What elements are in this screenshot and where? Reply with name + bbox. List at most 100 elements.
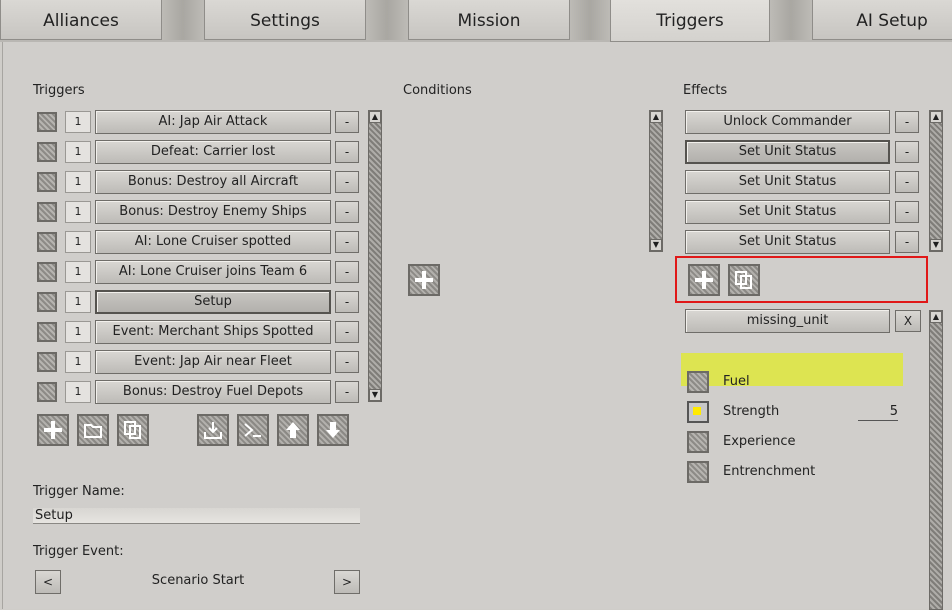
trigger-item[interactable]: Bonus: Destroy all Aircraft xyxy=(95,170,331,194)
status-option-label: Fuel xyxy=(723,374,750,389)
add-icon xyxy=(44,421,62,439)
trigger-event-prev-button[interactable]: < xyxy=(35,570,61,594)
conditions-heading: Conditions xyxy=(403,83,472,98)
open-trigger-button[interactable] xyxy=(77,414,109,446)
status-option-label: Strength xyxy=(723,404,780,419)
scroll-down-arrow-icon[interactable]: ▼ xyxy=(369,389,381,401)
trigger-count[interactable]: 1 xyxy=(65,321,91,343)
trigger-count[interactable]: 1 xyxy=(65,141,91,163)
effect-remove-button[interactable]: - xyxy=(895,141,919,163)
effect-item[interactable]: Set Unit Status xyxy=(685,230,890,254)
trigger-item[interactable]: Bonus: Destroy Fuel Depots xyxy=(95,380,331,404)
trigger-enable-checkbox[interactable] xyxy=(37,112,57,132)
arrow-down-icon xyxy=(326,422,340,438)
trigger-enable-checkbox[interactable] xyxy=(37,262,57,282)
trigger-remove-button[interactable]: - xyxy=(335,261,359,283)
status-option-label: Entrenchment xyxy=(723,464,816,479)
trigger-list-scrollbar[interactable]: ▲ ▼ xyxy=(368,110,382,402)
trigger-count[interactable]: 1 xyxy=(65,171,91,193)
arrow-up-icon xyxy=(286,422,300,438)
scroll-down-arrow-icon[interactable]: ▼ xyxy=(930,239,942,251)
status-checkbox[interactable] xyxy=(687,461,709,483)
trigger-enable-checkbox[interactable] xyxy=(37,172,57,192)
effect-item[interactable]: Set Unit Status xyxy=(685,140,890,164)
effects-heading: Effects xyxy=(683,83,728,98)
effect-remove-button[interactable]: - xyxy=(895,111,919,133)
trigger-item[interactable]: AI: Lone Cruiser joins Team 6 xyxy=(95,260,331,284)
effects-scrollbar[interactable]: ▲ ▼ xyxy=(929,110,943,252)
trigger-remove-button[interactable]: - xyxy=(335,381,359,403)
tab-separator xyxy=(570,0,610,40)
copy-trigger-button[interactable] xyxy=(117,414,149,446)
trigger-item[interactable]: AI: Lone Cruiser spotted xyxy=(95,230,331,254)
trigger-item[interactable]: Event: Merchant Ships Spotted xyxy=(95,320,331,344)
trigger-enable-checkbox[interactable] xyxy=(37,382,57,402)
unit-selector-highlight xyxy=(675,256,928,303)
trigger-remove-button[interactable]: - xyxy=(335,321,359,343)
status-checkbox[interactable] xyxy=(687,401,709,423)
trigger-enable-checkbox[interactable] xyxy=(37,202,57,222)
trigger-remove-button[interactable]: - xyxy=(335,201,359,223)
effect-remove-button[interactable]: - xyxy=(895,201,919,223)
trigger-enable-checkbox[interactable] xyxy=(37,142,57,162)
trigger-event-next-button[interactable]: > xyxy=(334,570,360,594)
scroll-up-arrow-icon[interactable]: ▲ xyxy=(650,111,662,123)
move-up-button[interactable] xyxy=(277,414,309,446)
console-button[interactable] xyxy=(237,414,269,446)
trigger-remove-button[interactable]: - xyxy=(335,351,359,373)
trigger-enable-checkbox[interactable] xyxy=(37,292,57,312)
add-condition-button[interactable] xyxy=(408,264,440,296)
trigger-remove-button[interactable]: - xyxy=(335,291,359,313)
trigger-item[interactable]: Bonus: Destroy Enemy Ships xyxy=(95,200,331,224)
tab-alliances[interactable]: Alliances xyxy=(0,0,162,40)
unit-clear-button[interactable]: X xyxy=(895,310,921,332)
trigger-item[interactable]: AI: Jap Air Attack xyxy=(95,110,331,134)
add-trigger-button[interactable] xyxy=(37,414,69,446)
trigger-enable-checkbox[interactable] xyxy=(37,352,57,372)
trigger-count[interactable]: 1 xyxy=(65,261,91,283)
scroll-up-arrow-icon[interactable]: ▲ xyxy=(930,111,942,123)
trigger-count[interactable]: 1 xyxy=(65,201,91,223)
trigger-enable-checkbox[interactable] xyxy=(37,322,57,342)
trigger-count[interactable]: 1 xyxy=(65,291,91,313)
effect-item[interactable]: Unlock Commander xyxy=(685,110,890,134)
trigger-count[interactable]: 1 xyxy=(65,381,91,403)
conditions-scrollbar[interactable]: ▲ ▼ xyxy=(649,110,663,252)
tab-separator xyxy=(770,0,812,40)
trigger-remove-button[interactable]: - xyxy=(335,231,359,253)
effect-item[interactable]: Set Unit Status xyxy=(685,200,890,224)
tab-triggers[interactable]: Triggers xyxy=(610,0,770,42)
move-down-button[interactable] xyxy=(317,414,349,446)
import-trigger-button[interactable] xyxy=(197,414,229,446)
trigger-name-label: Trigger Name: xyxy=(33,484,125,499)
trigger-item[interactable]: Defeat: Carrier lost xyxy=(95,140,331,164)
add-icon xyxy=(415,271,433,289)
trigger-remove-button[interactable]: - xyxy=(335,111,359,133)
trigger-remove-button[interactable]: - xyxy=(335,141,359,163)
scroll-up-arrow-icon[interactable]: ▲ xyxy=(930,311,942,323)
scroll-up-arrow-icon[interactable]: ▲ xyxy=(369,111,381,123)
effect-item[interactable]: Set Unit Status xyxy=(685,170,890,194)
status-checkbox[interactable] xyxy=(687,371,709,393)
status-option-label: Experience xyxy=(723,434,796,449)
tab-mission[interactable]: Mission xyxy=(408,0,570,40)
trigger-count[interactable]: 1 xyxy=(65,231,91,253)
trigger-name-input[interactable]: Setup xyxy=(33,508,360,524)
trigger-enable-checkbox[interactable] xyxy=(37,232,57,252)
effect-detail-scrollbar[interactable]: ▲ xyxy=(929,310,943,610)
trigger-remove-button[interactable]: - xyxy=(335,171,359,193)
trigger-item[interactable]: Event: Jap Air near Fleet xyxy=(95,350,331,374)
trigger-count[interactable]: 1 xyxy=(65,111,91,133)
unit-select-button[interactable]: missing_unit xyxy=(685,309,890,333)
status-checkbox[interactable] xyxy=(687,431,709,453)
tab-ai-setup[interactable]: AI Setup xyxy=(812,0,952,40)
tab-settings[interactable]: Settings xyxy=(204,0,366,40)
copy-icon xyxy=(124,421,141,439)
trigger-count[interactable]: 1 xyxy=(65,351,91,373)
trigger-item[interactable]: Setup xyxy=(95,290,331,314)
effect-remove-button[interactable]: - xyxy=(895,171,919,193)
strength-value-input[interactable]: 5 xyxy=(858,404,898,421)
triggers-heading: Triggers xyxy=(33,83,85,98)
effect-remove-button[interactable]: - xyxy=(895,231,919,253)
scroll-down-arrow-icon[interactable]: ▼ xyxy=(650,239,662,251)
